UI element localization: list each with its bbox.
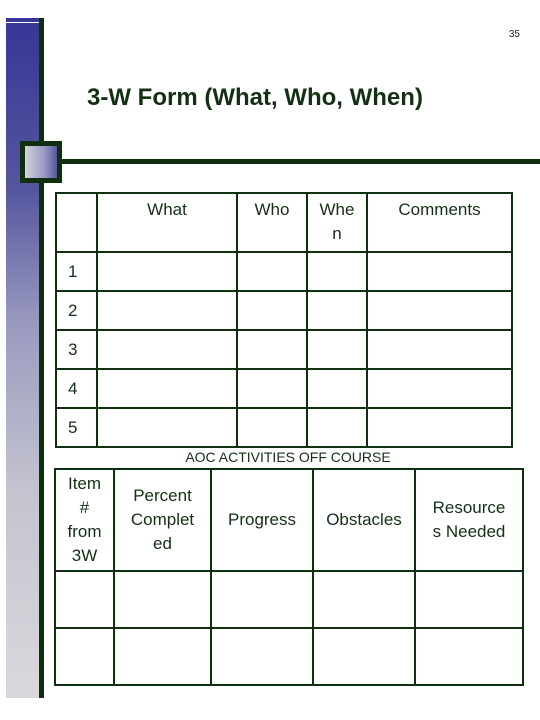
aoc-activities-table: Item # from 3W Percent Complet ed Progre… <box>54 468 524 686</box>
item-cell[interactable] <box>54 627 115 686</box>
header-resources-needed: Resource s Needed <box>414 468 524 572</box>
table-row <box>54 570 524 629</box>
header-comments: Comments <box>366 192 513 253</box>
aoc-caption: AOC ACTIVITIES OFF COURSE <box>185 449 391 465</box>
header-item-number: Item # from 3W <box>54 468 115 572</box>
progress-cell[interactable] <box>210 627 314 686</box>
header-percent-completed: Percent Complet ed <box>113 468 212 572</box>
table-row: 3 <box>55 329 513 370</box>
row-number: 5 <box>55 407 98 448</box>
table-row: 1 <box>55 251 513 292</box>
comments-cell[interactable] <box>366 290 513 331</box>
who-cell[interactable] <box>236 368 308 409</box>
header-when: Whe n <box>306 192 368 253</box>
table-row <box>54 627 524 686</box>
who-cell[interactable] <box>236 407 308 448</box>
what-cell[interactable] <box>96 407 238 448</box>
when-cell[interactable] <box>306 290 368 331</box>
percent-cell[interactable] <box>113 570 212 629</box>
decorative-side-bar <box>6 18 39 698</box>
when-cell[interactable] <box>306 251 368 292</box>
row-number: 3 <box>55 329 98 370</box>
what-cell[interactable] <box>96 251 238 292</box>
header-who: Who <box>236 192 308 253</box>
comments-cell[interactable] <box>366 251 513 292</box>
comments-cell[interactable] <box>366 368 513 409</box>
who-cell[interactable] <box>236 290 308 331</box>
vertical-rule <box>39 18 44 698</box>
form-3w-header-row: What Who Whe n Comments <box>55 192 513 253</box>
comments-cell[interactable] <box>366 329 513 370</box>
table-row: 5 <box>55 407 513 448</box>
side-bar-highlight-line <box>6 22 39 23</box>
obstacles-cell[interactable] <box>312 627 416 686</box>
resources-cell[interactable] <box>414 570 524 629</box>
resources-cell[interactable] <box>414 627 524 686</box>
page-title: 3-W Form (What, Who, When) <box>87 84 423 111</box>
header-obstacles: Obstacles <box>312 468 416 572</box>
progress-cell[interactable] <box>210 570 314 629</box>
row-number: 4 <box>55 368 98 409</box>
header-progress: Progress <box>210 468 314 572</box>
item-cell[interactable] <box>54 570 115 629</box>
aoc-header-row: Item # from 3W Percent Complet ed Progre… <box>54 468 524 572</box>
when-cell[interactable] <box>306 368 368 409</box>
square-bullet-icon <box>20 141 62 183</box>
row-number: 1 <box>55 251 98 292</box>
page-number: 35 <box>508 29 520 40</box>
header-what: What <box>96 192 238 253</box>
percent-cell[interactable] <box>113 627 212 686</box>
what-cell[interactable] <box>96 290 238 331</box>
table-row: 2 <box>55 290 513 331</box>
who-cell[interactable] <box>236 251 308 292</box>
what-cell[interactable] <box>96 329 238 370</box>
who-cell[interactable] <box>236 329 308 370</box>
horizontal-rule <box>44 159 540 164</box>
when-cell[interactable] <box>306 329 368 370</box>
header-number <box>55 192 98 253</box>
form-3w-table: What Who Whe n Comments 1 2 3 4 5 <box>55 192 513 448</box>
table-row: 4 <box>55 368 513 409</box>
row-number: 2 <box>55 290 98 331</box>
what-cell[interactable] <box>96 368 238 409</box>
when-cell[interactable] <box>306 407 368 448</box>
obstacles-cell[interactable] <box>312 570 416 629</box>
comments-cell[interactable] <box>366 407 513 448</box>
